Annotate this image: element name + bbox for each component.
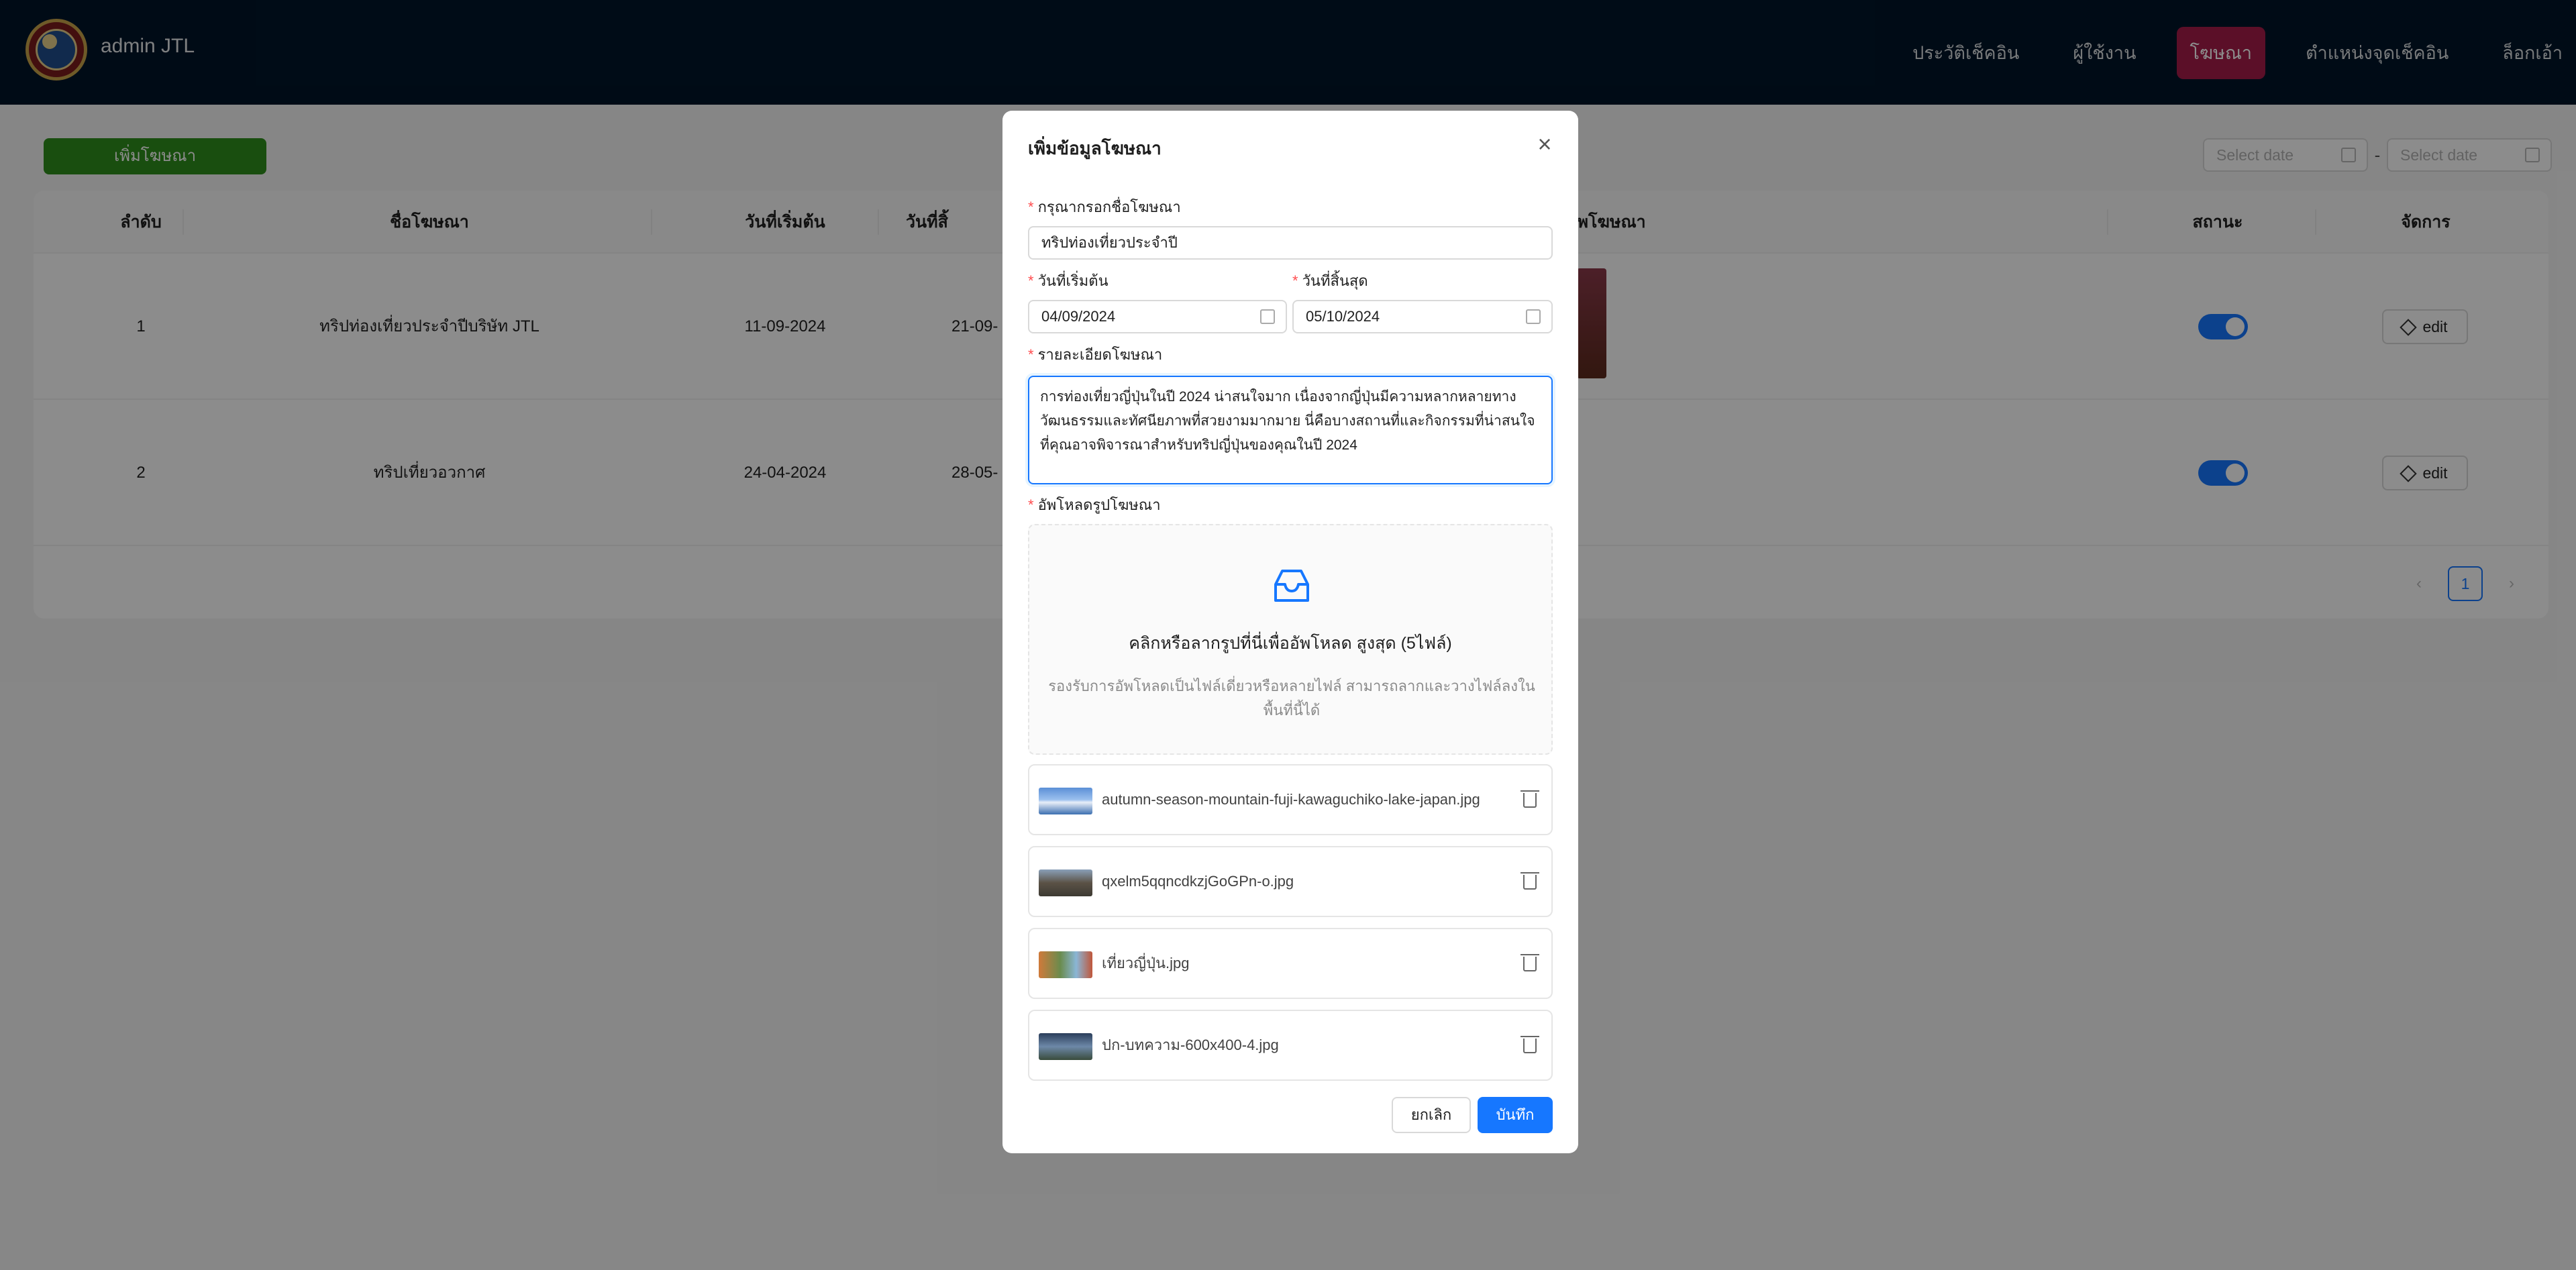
upload-label: * อัพโหลดรูปโฆษณา — [1028, 496, 1161, 513]
file-name: autumn-season-mountain-fuji-kawaguchiko-… — [1102, 791, 1480, 808]
trash-icon[interactable] — [1521, 790, 1539, 808]
name-label: * กรุณากรอกชื่อโฆษณา — [1028, 199, 1181, 215]
calendar-icon — [1526, 309, 1541, 324]
start-date-value: 04/09/2024 — [1041, 308, 1116, 325]
ad-name-input[interactable]: ทริปท่องเที่ยวประจำปี — [1028, 226, 1553, 260]
trash-icon[interactable] — [1521, 954, 1539, 971]
end-date-label: * วันที่สิ้นสุด — [1292, 272, 1368, 289]
add-ad-modal: เพิ่มข้อมูลโฆษณา × * กรุณากรอกชื่อโฆษณา ท… — [1002, 111, 1578, 1153]
upload-file-item: autumn-season-mountain-fuji-kawaguchiko-… — [1028, 764, 1553, 835]
detail-label: * รายละเอียดโฆษณา — [1028, 346, 1163, 363]
file-name: qxelm5qqncdkzjGoGPn-o.jpg — [1102, 873, 1294, 890]
file-thumbnail — [1039, 1033, 1092, 1060]
upload-title: คลิกหรือลากรูปที่นี่เพื่ออัพโหลด สูงสุด … — [1129, 634, 1452, 653]
close-icon[interactable]: × — [1531, 131, 1558, 158]
trash-icon[interactable] — [1521, 1036, 1539, 1053]
file-thumbnail — [1039, 788, 1092, 814]
upload-dropzone[interactable]: คลิกหรือลากรูปที่นี่เพื่ออัพโหลด สูงสุด … — [1028, 524, 1553, 755]
inbox-icon — [1274, 570, 1309, 602]
modal-title: เพิ่มข้อมูลโฆษณา — [1028, 138, 1162, 158]
ad-detail-textarea[interactable]: การท่องเที่ยวญี่ปุ่นในปี 2024 น่าสนใจมาก… — [1028, 376, 1553, 484]
save-button[interactable]: บันทึก — [1478, 1097, 1553, 1133]
file-name: เที่ยวญี่ปุ่น.jpg — [1102, 955, 1190, 971]
upload-file-item: เที่ยวญี่ปุ่น.jpg — [1028, 928, 1553, 999]
trash-icon[interactable] — [1521, 872, 1539, 890]
upload-file-item: ปก-บทความ-600x400-4.jpg — [1028, 1010, 1553, 1081]
file-thumbnail — [1039, 869, 1092, 896]
end-date-value: 05/10/2024 — [1306, 308, 1380, 325]
upload-hint: รองรับการอัพโหลดเป็นไฟล์เดี่ยวหรือหลายไฟ… — [1048, 678, 1535, 719]
start-date-input[interactable]: 04/09/2024 — [1028, 300, 1287, 333]
upload-file-item: qxelm5qqncdkzjGoGPn-o.jpg — [1028, 846, 1553, 917]
file-name: ปก-บทความ-600x400-4.jpg — [1102, 1037, 1279, 1053]
calendar-icon — [1260, 309, 1275, 324]
end-date-input[interactable]: 05/10/2024 — [1292, 300, 1553, 333]
cancel-button[interactable]: ยกเลิก — [1392, 1097, 1471, 1133]
start-date-label: * วันที่เริ่มต้น — [1028, 272, 1109, 289]
file-thumbnail — [1039, 951, 1092, 978]
